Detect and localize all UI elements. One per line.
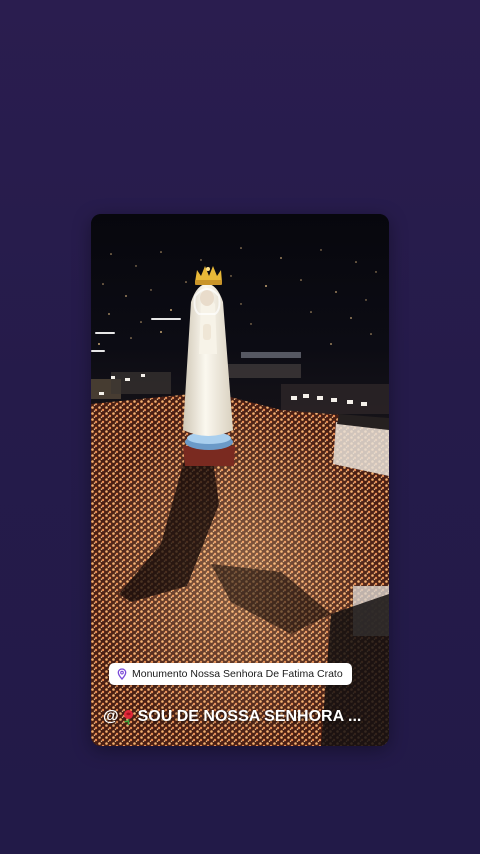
location-pin-icon [116, 668, 128, 680]
mention-prefix: @ [103, 708, 119, 725]
mention-sticker[interactable]: @ SOU DE NOSSA SENHORA ... [103, 708, 361, 726]
rose-emoji-icon [121, 709, 136, 726]
location-label: Monumento Nossa Senhora De Fatima Crato [132, 668, 343, 680]
mention-text: SOU DE NOSSA SENHORA ... [137, 708, 362, 725]
location-sticker[interactable]: Monumento Nossa Senhora De Fatima Crato [109, 663, 352, 685]
story-card[interactable]: Monumento Nossa Senhora De Fatima Crato … [91, 214, 389, 746]
